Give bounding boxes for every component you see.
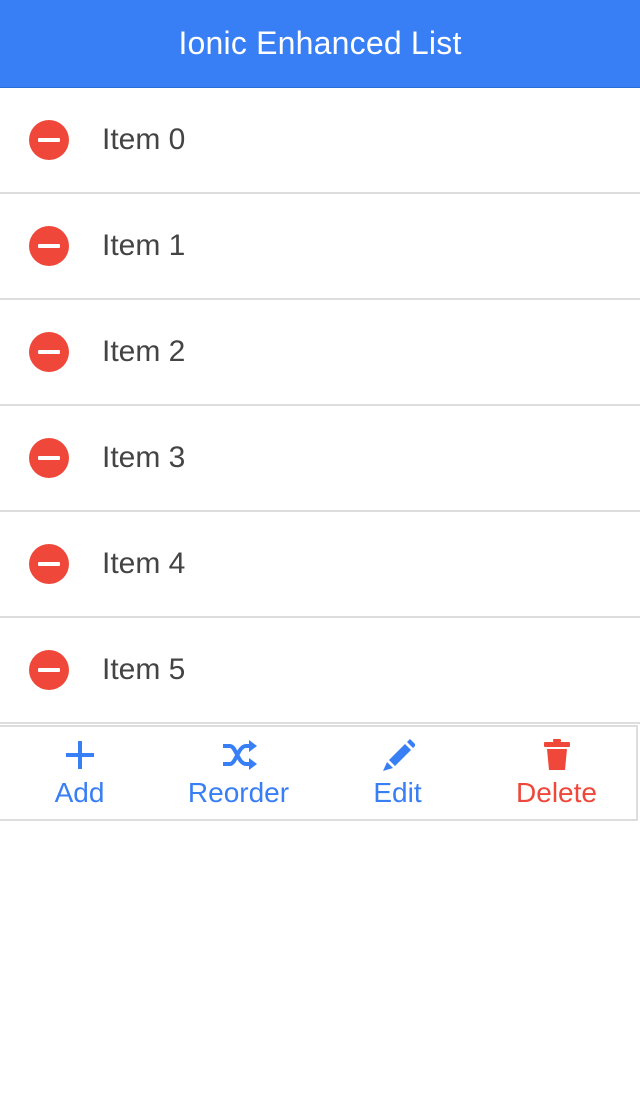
delete-label: Delete — [516, 777, 597, 808]
add-label: Add — [54, 777, 105, 808]
list-item-label: Item 0 — [102, 123, 186, 156]
shuffle-icon — [221, 737, 257, 773]
item-list: Item 0 Item 1 Item 2 Item 3 Item 4 Item … — [0, 88, 640, 724]
pencil-icon — [380, 737, 416, 773]
list-item[interactable]: Item 4 — [0, 512, 640, 618]
minus-circle-icon[interactable] — [29, 544, 69, 584]
minus-circle-icon[interactable] — [29, 332, 69, 372]
minus-circle-icon[interactable] — [29, 226, 69, 266]
list-item[interactable]: Item 3 — [0, 406, 640, 512]
reorder-button[interactable]: Reorder — [159, 727, 318, 819]
list-item[interactable]: Item 1 — [0, 194, 640, 300]
minus-circle-icon[interactable] — [29, 438, 69, 478]
list-item[interactable]: Item 0 — [0, 88, 640, 194]
page-title: Ionic Enhanced List — [178, 25, 462, 61]
minus-circle-icon[interactable] — [29, 650, 69, 690]
trash-icon — [539, 737, 575, 773]
list-item-label: Item 1 — [102, 229, 186, 262]
list-item[interactable]: Item 5 — [0, 618, 640, 724]
list-item[interactable]: Item 2 — [0, 300, 640, 406]
list-item-label: Item 5 — [102, 653, 186, 686]
list-item-label: Item 2 — [102, 335, 186, 368]
list-item-label: Item 4 — [102, 547, 186, 580]
action-toolbar: Add Reorder Edit Delete — [0, 725, 638, 821]
minus-circle-icon[interactable] — [29, 120, 69, 160]
list-item-label: Item 3 — [102, 441, 186, 474]
delete-button[interactable]: Delete — [477, 727, 636, 819]
reorder-label: Reorder — [187, 777, 290, 808]
add-button[interactable]: Add — [0, 727, 159, 819]
plus-icon — [62, 737, 98, 773]
edit-button[interactable]: Edit — [318, 727, 477, 819]
edit-label: Edit — [373, 777, 422, 808]
app-header: Ionic Enhanced List — [0, 0, 640, 88]
